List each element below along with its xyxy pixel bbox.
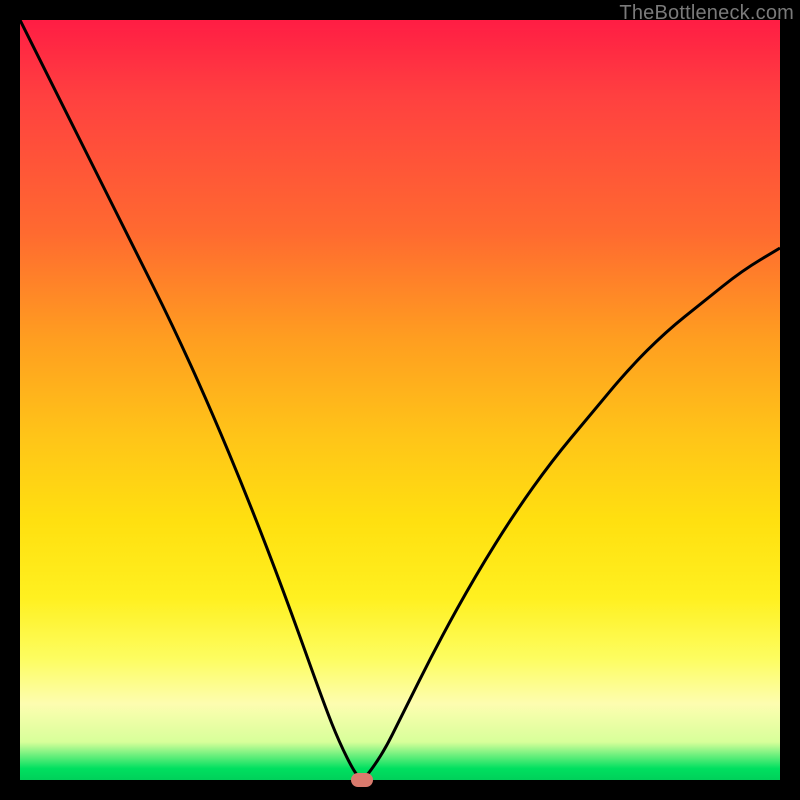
bottleneck-curve xyxy=(20,20,780,780)
optimum-marker xyxy=(351,773,373,787)
watermark-text: TheBottleneck.com xyxy=(619,2,794,25)
curve-path xyxy=(20,20,780,778)
chart-frame xyxy=(20,20,780,780)
